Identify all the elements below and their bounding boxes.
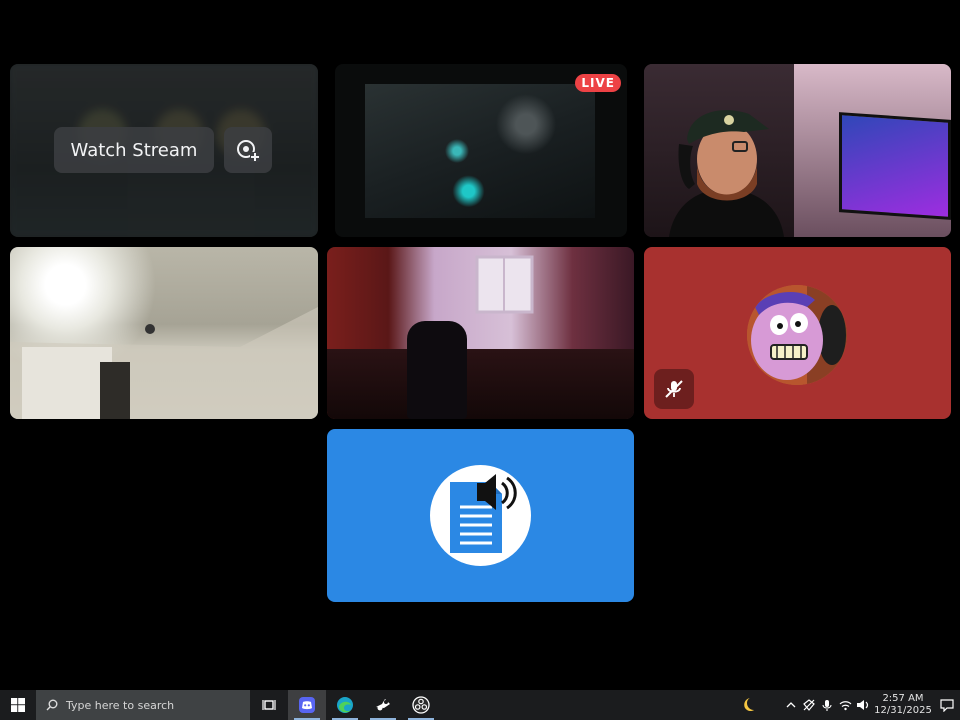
window [475, 255, 534, 314]
webcam-tile-room[interactable] [10, 247, 318, 419]
clock-time: 2:57 AM [882, 693, 924, 704]
taskbar-discord[interactable] [288, 690, 326, 720]
system-tray: 2:57 AM 12/31/2025 [732, 690, 960, 720]
room-ceiling-video [10, 307, 318, 419]
watch-stream-button[interactable]: Watch Stream [54, 127, 214, 173]
bedroom-chair [407, 321, 467, 419]
document-speaker-icon [450, 474, 517, 553]
moon-icon [744, 698, 754, 712]
taskbar-search-box[interactable]: Type here to search [36, 690, 250, 720]
webcam-person [669, 110, 784, 237]
add-stream-button[interactable] [224, 127, 272, 173]
mic-muted-icon [665, 380, 683, 398]
volume-icon [857, 700, 869, 710]
webcam-tile-bedroom[interactable] [327, 247, 634, 419]
windows-taskbar: Type here to search 2:57 AM 12/31/2025 [0, 690, 960, 720]
clock-date: 12/31/2025 [874, 705, 932, 716]
tray-mic[interactable] [818, 690, 836, 720]
muted-indicator[interactable] [654, 369, 694, 409]
webcam-tile-streamer[interactable] [644, 64, 951, 237]
live-badge: LIVE [575, 74, 621, 92]
avatar [747, 285, 847, 385]
notification-center-button[interactable] [934, 690, 960, 720]
bot-tile[interactable] [327, 429, 634, 602]
windows-logo-icon [11, 698, 25, 712]
vpn-icon [803, 699, 815, 711]
tray-network[interactable] [836, 690, 854, 720]
bedroom-floor [327, 349, 634, 419]
search-icon [46, 699, 58, 711]
add-view-icon [237, 140, 260, 162]
game-stream-video [365, 84, 595, 218]
stream-tile[interactable]: Watch Stream [10, 64, 318, 237]
night-light-tray[interactable] [732, 690, 762, 720]
live-stream-tile[interactable]: LIVE [335, 64, 627, 237]
avatar-tile[interactable] [644, 247, 951, 419]
obs-icon [412, 696, 430, 714]
task-view-icon [262, 700, 276, 710]
discord-icon [299, 697, 315, 713]
taskbar-obs[interactable] [402, 690, 440, 720]
show-hidden-icons-button[interactable] [782, 690, 800, 720]
avatar-image [747, 285, 847, 385]
steam-icon [376, 699, 390, 711]
network-icon [839, 701, 851, 711]
search-placeholder: Type here to search [66, 698, 175, 712]
chevron-up-icon [786, 702, 796, 708]
bot-avatar [430, 465, 531, 566]
webcam-monitor [839, 112, 951, 220]
taskbar-edge[interactable] [326, 690, 364, 720]
notification-icon [940, 698, 954, 712]
microphone-icon [822, 699, 832, 711]
taskbar-clock[interactable]: 2:57 AM 12/31/2025 [872, 693, 934, 717]
edge-icon [337, 697, 353, 713]
tray-volume[interactable] [854, 690, 872, 720]
task-view-button[interactable] [250, 690, 288, 720]
tray-app-1[interactable] [800, 690, 818, 720]
taskbar-steam[interactable] [364, 690, 402, 720]
call-grid: Watch Stream LIVE [0, 0, 960, 690]
start-button[interactable] [0, 690, 36, 720]
watch-stream-label: Watch Stream [70, 139, 198, 161]
